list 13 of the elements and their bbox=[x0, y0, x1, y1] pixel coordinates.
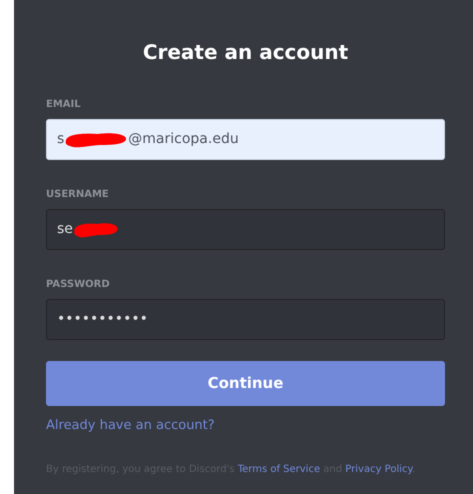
continue-button[interactable]: Continue bbox=[46, 361, 445, 406]
username-field[interactable]: se bbox=[46, 209, 445, 250]
field-label: USERNAME bbox=[46, 188, 109, 202]
form-title: Create an account bbox=[142, 40, 350, 64]
login-link[interactable]: Already have an account? bbox=[46, 416, 215, 436]
terms-link[interactable]: Terms of Service bbox=[238, 464, 320, 475]
password-field[interactable]: ••••••••••• bbox=[46, 299, 445, 340]
redaction-mark bbox=[64, 130, 128, 148]
redaction-mark bbox=[72, 220, 119, 238]
field-label: EMAIL bbox=[46, 98, 81, 112]
email-field[interactable]: s @maricopa.edu bbox=[46, 119, 445, 160]
field-label: PASSWORD bbox=[46, 278, 110, 292]
privacy-link[interactable]: Privacy Policy bbox=[345, 464, 412, 475]
